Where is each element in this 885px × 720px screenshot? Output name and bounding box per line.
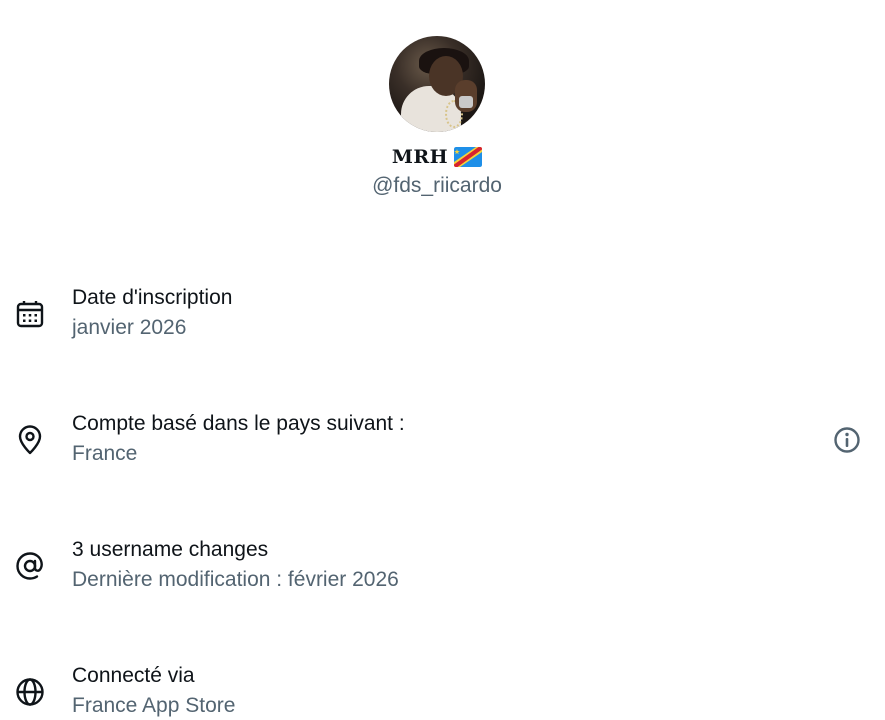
location-pin-icon <box>18 425 42 455</box>
globe-icon <box>16 678 44 706</box>
avatar[interactable] <box>389 36 485 132</box>
username-changes-value: Dernière modification : février 2026 <box>72 568 399 591</box>
info-icon[interactable] <box>832 425 862 455</box>
connected-via-label: Connecté via <box>72 664 195 687</box>
username-changes-label: 3 username changes <box>72 538 269 561</box>
account-country-label: Compte basé dans le pays suivant : <box>72 412 405 435</box>
joined-date-label: Date d'inscription <box>72 286 233 309</box>
calendar-icon <box>16 301 44 328</box>
connected-via-value: France App Store <box>72 694 236 717</box>
username-handle: @fds_riicardo <box>372 174 502 197</box>
joined-date-row: Date d'inscription janvier 2026 <box>0 286 885 346</box>
avatar-watch <box>459 96 473 108</box>
display-name: MRH <box>391 146 449 168</box>
display-name-row: MRH <box>0 146 874 168</box>
flag-dr-congo-icon <box>454 147 483 167</box>
joined-date-value: janvier 2026 <box>72 316 187 339</box>
profile-header: MRH @fds_riicardo <box>0 36 874 198</box>
account-country-row: Compte basé dans le pays suivant : Franc… <box>0 412 885 472</box>
connected-via-row: Connecté via France App Store <box>0 664 885 720</box>
account-country-value: France <box>72 442 138 465</box>
username-changes-row: 3 username changes Dernière modification… <box>0 538 885 598</box>
at-sign-icon <box>16 552 43 580</box>
